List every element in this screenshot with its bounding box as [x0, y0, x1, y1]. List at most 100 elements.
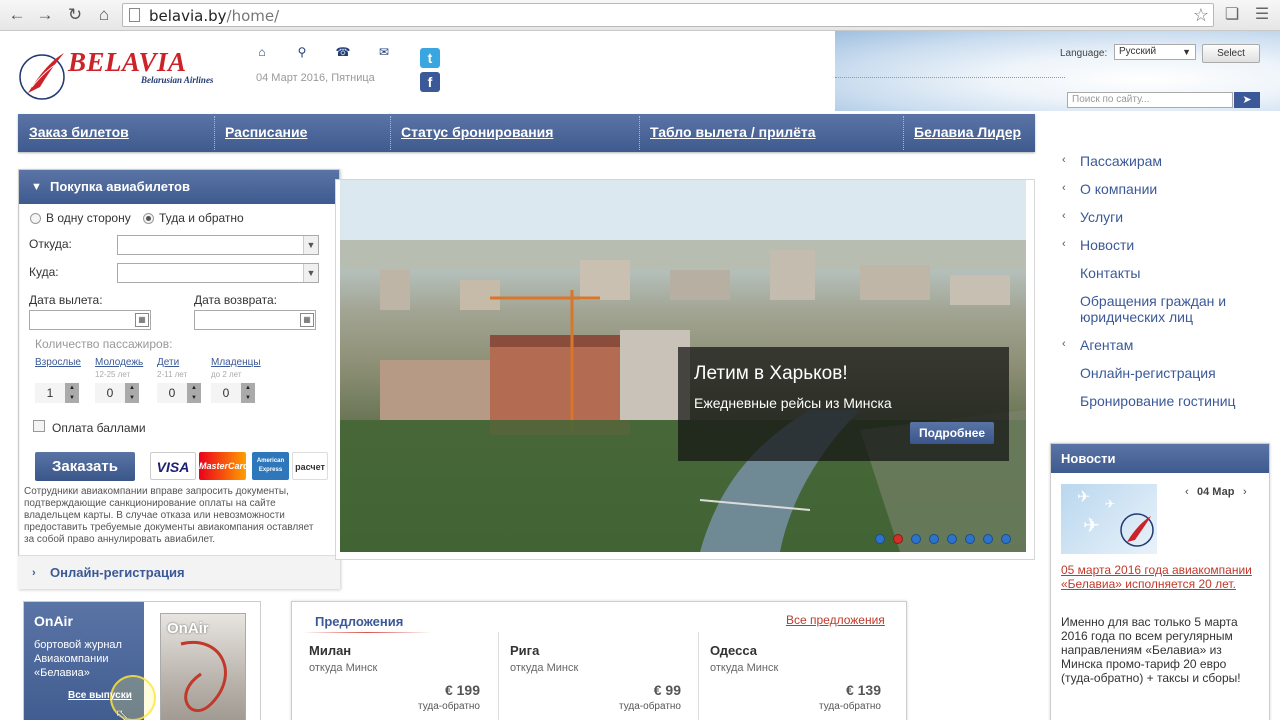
infants-value[interactable]: 0	[211, 383, 241, 403]
adults-value[interactable]: 1	[35, 383, 65, 403]
promo-more-button[interactable]: Подробнее	[910, 422, 994, 444]
departure-date-input[interactable]: ▦	[29, 310, 151, 330]
return-date-input[interactable]: ▦	[194, 310, 316, 330]
current-date: 04 Март 2016, Пятница	[256, 72, 375, 84]
calendar-icon[interactable]: ▦	[300, 313, 314, 327]
browser-toolbar: ← → ↻ ⌂ belavia.by/home/ ☆ ❏ ☰	[0, 0, 1280, 31]
logo-emblem-icon	[19, 53, 65, 100]
stepper-up-icon[interactable]: ▲	[65, 383, 79, 393]
slide-dot[interactable]	[929, 534, 939, 544]
stepper-up-icon[interactable]: ▲	[125, 383, 139, 393]
svg-text:✈: ✈	[1105, 497, 1115, 511]
facebook-icon[interactable]: f	[420, 72, 440, 92]
onair-magazine-cover[interactable]: OnAir	[160, 613, 246, 720]
slide-dot[interactable]	[875, 534, 885, 544]
nav-item-flight-board[interactable]: Табло вылета / прилёта	[650, 124, 816, 140]
slide-dot-active[interactable]	[893, 534, 903, 544]
news-headline-link[interactable]: 05 марта 2016 года авиакомпании «Белавиа…	[1061, 563, 1261, 591]
sidebar-item-about[interactable]: О компании	[1080, 181, 1157, 197]
children-value[interactable]: 0	[157, 383, 187, 403]
slide-dot[interactable]	[911, 534, 921, 544]
booking-widget-title: Покупка авиабилетов	[50, 179, 190, 194]
slide-dot[interactable]	[965, 534, 975, 544]
slide-dot[interactable]	[983, 534, 993, 544]
language-select-button[interactable]: Select	[1202, 44, 1260, 63]
mail-icon[interactable]: ✉	[376, 45, 392, 61]
sidebar-item-citizen-appeals[interactable]: Обращения граждан и юридических лиц	[1080, 293, 1255, 325]
news-thumbnail[interactable]: ✈ ✈ ✈	[1061, 484, 1157, 554]
site-search-input[interactable]: Поиск по сайту...	[1067, 92, 1233, 108]
round-trip-label[interactable]: Туда и обратно	[159, 211, 244, 225]
nav-separator	[639, 116, 640, 150]
menu-icon[interactable]: ☰	[1252, 5, 1272, 25]
calendar-icon[interactable]: ▦	[135, 313, 149, 327]
home-icon[interactable]: ⌂	[254, 45, 270, 61]
twitter-icon[interactable]: t	[420, 48, 440, 68]
home-icon[interactable]: ⌂	[92, 4, 116, 26]
news-prev-icon[interactable]: ‹	[1185, 486, 1189, 498]
offer-trip-type: туда-обратно	[619, 701, 681, 712]
stepper-up-icon[interactable]: ▲	[241, 383, 255, 393]
sidebar-item-hotel-booking[interactable]: Бронирование гостиниц	[1080, 393, 1236, 409]
pay-points-checkbox[interactable]	[33, 420, 45, 432]
bookmark-star-icon[interactable]: ☆	[1193, 5, 1209, 26]
sidebar-item-agents[interactable]: Агентам	[1080, 337, 1133, 353]
offer-card[interactable]: Одесса откуда Минск € 139 туда-обратно	[693, 632, 893, 720]
stepper-down-icon[interactable]: ▼	[241, 393, 255, 403]
online-registration-toggle[interactable]: › Онлайн-регистрация	[18, 555, 340, 589]
search-icon[interactable]: ⚲	[294, 45, 310, 61]
order-button[interactable]: Заказать	[35, 452, 135, 481]
offer-card[interactable]: Рига откуда Минск € 99 туда-обратно	[493, 632, 693, 720]
sidebar-item-online-registration[interactable]: Онлайн-регистрация	[1080, 365, 1216, 381]
sidebar-item-services[interactable]: Услуги	[1080, 209, 1123, 225]
pay-points-label[interactable]: Оплата баллами	[52, 421, 146, 435]
adults-stepper[interactable]: 1 ▲ ▼	[35, 383, 79, 403]
from-select[interactable]: ▼	[117, 235, 319, 255]
youth-stepper[interactable]: 0 ▲ ▼	[95, 383, 139, 403]
phone-icon[interactable]: ☎	[335, 45, 351, 61]
stepper-up-icon[interactable]: ▲	[187, 383, 201, 393]
nav-item-book-tickets[interactable]: Заказ билетов	[29, 124, 129, 140]
slide-dot[interactable]	[947, 534, 957, 544]
nav-item-schedule[interactable]: Расписание	[225, 124, 307, 140]
sidebar-item-news[interactable]: Новости	[1080, 237, 1134, 253]
stepper-down-icon[interactable]: ▼	[187, 393, 201, 403]
nav-separator	[390, 116, 391, 150]
youth-value[interactable]: 0	[95, 383, 125, 403]
nav-item-booking-status[interactable]: Статус бронирования	[401, 124, 553, 140]
children-stepper[interactable]: 0 ▲ ▼	[157, 383, 201, 403]
back-arrow-icon[interactable]: ←	[5, 4, 29, 26]
onair-all-issues-link[interactable]: Все выпуски	[68, 690, 132, 701]
forward-arrow-icon[interactable]: →	[33, 4, 57, 26]
address-bar[interactable]: belavia.by/home/ ☆	[122, 3, 1214, 27]
search-submit-arrow-icon[interactable]: ➤	[1234, 92, 1260, 108]
stepper-down-icon[interactable]: ▼	[125, 393, 139, 403]
booking-widget-header[interactable]: ▼ Покупка авиабилетов	[19, 170, 339, 204]
round-trip-radio[interactable]	[143, 213, 154, 224]
chevron-right-icon: ›	[32, 567, 36, 579]
raschet-logo: расчет	[292, 452, 328, 480]
language-select[interactable]: Русский ▼	[1114, 44, 1196, 60]
one-way-radio[interactable]	[30, 213, 41, 224]
belavia-logo[interactable]: BELAVIA Belarusian Airlines	[18, 47, 218, 103]
one-way-label[interactable]: В одну сторону	[46, 211, 131, 225]
infants-stepper[interactable]: 0 ▲ ▼	[211, 383, 255, 403]
offers-widget: Предложения Все предложения Милан откуда…	[291, 601, 907, 720]
stepper-down-icon[interactable]: ▼	[65, 393, 79, 403]
nav-item-belavia-leader[interactable]: Белавиа Лидер	[914, 124, 1021, 140]
sidebar-item-passengers[interactable]: Пассажирам	[1080, 153, 1162, 169]
extension-icon[interactable]: ❏	[1222, 5, 1242, 25]
reload-icon[interactable]: ↻	[63, 4, 87, 26]
from-label: Откуда:	[29, 237, 72, 251]
news-widget: Новости ✈ ✈ ✈ ‹ 04 Мар › 05 марта 2016 г…	[1050, 443, 1270, 720]
sidebar-item-contacts[interactable]: Контакты	[1080, 265, 1140, 281]
to-select[interactable]: ▼	[117, 263, 319, 283]
slide-dot[interactable]	[1001, 534, 1011, 544]
all-offers-link[interactable]: Все предложения	[786, 613, 885, 627]
offer-card[interactable]: Милан откуда Минск € 199 туда-обратно	[292, 632, 492, 720]
logo-subtitle: Belarusian Airlines	[141, 75, 214, 85]
offer-price: € 139	[845, 682, 881, 698]
news-next-icon[interactable]: ›	[1243, 486, 1247, 498]
offer-trip-type: туда-обратно	[418, 701, 480, 712]
mastercard-logo: MasterCard	[199, 452, 249, 480]
